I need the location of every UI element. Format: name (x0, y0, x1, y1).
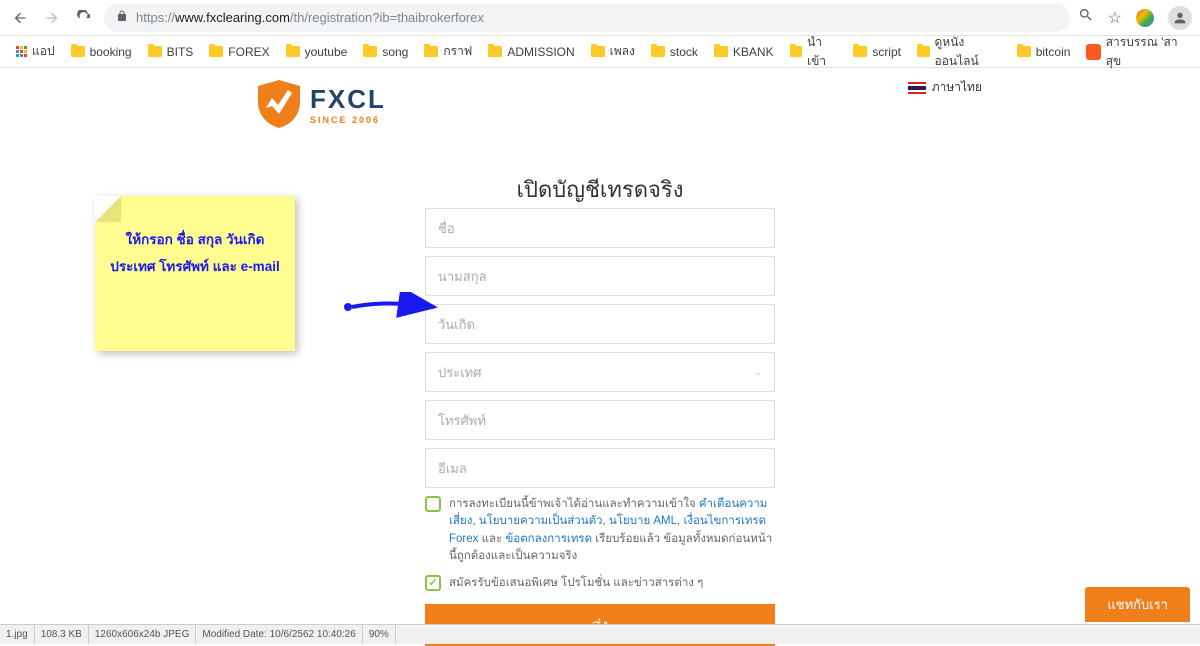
page-title: เปิดบัญชีเทรดจริง (517, 172, 684, 207)
language-label: ภาษาไทย (932, 78, 982, 97)
folder-icon (1017, 46, 1031, 57)
birthday-input[interactable]: วันเกิด (425, 304, 775, 344)
bookmark-item[interactable]: FOREX (203, 41, 275, 63)
back-button[interactable] (8, 6, 32, 30)
folder-icon (286, 46, 300, 57)
annotation-arrow-icon (344, 292, 444, 322)
folder-icon (424, 46, 438, 57)
bookmark-item[interactable]: song (357, 41, 414, 63)
search-icon[interactable] (1078, 7, 1094, 28)
bookmark-item[interactable]: KBANK (708, 41, 780, 63)
name-input[interactable]: ชื่อ (425, 208, 775, 248)
browser-toolbar: https://www.fxclearing.com/th/registrati… (0, 0, 1200, 36)
logo-subtext: SINCE 2006 (310, 115, 386, 125)
extension-icon[interactable] (1136, 9, 1154, 27)
status-zoom: 90% (363, 625, 396, 644)
chat-button[interactable]: แชทกับเรา (1085, 587, 1190, 622)
newsletter-checkbox[interactable] (425, 575, 441, 591)
folder-icon (488, 46, 502, 57)
reload-button[interactable] (72, 6, 96, 30)
extension-icon (1086, 44, 1100, 60)
flag-thailand-icon (908, 82, 926, 94)
page-content: ภาษาไทย FXCL SINCE 2006 เปิดบัญชีเทรดจริ… (0, 68, 1200, 624)
annotation-note: ให้กรอก ชื่อ สกุล วันเกิด ประเทศ โทรศัพท… (95, 196, 295, 351)
logo[interactable]: FXCL SINCE 2006 (258, 80, 386, 128)
folder-icon (917, 46, 930, 57)
newsletter-consent: สมัครรับข้อเสนอพิเศษ โปรโมชั่น และข่าวสา… (425, 575, 775, 592)
email-input[interactable]: อีเมล (425, 448, 775, 488)
terms-consent: การลงทะเบียนนี้ข้าพเจ้าได้อ่านและทำความเ… (425, 496, 775, 565)
status-dimensions: 1260x606x24b JPEG (89, 625, 197, 644)
folder-icon (790, 46, 802, 57)
bookmark-item[interactable]: BITS (142, 41, 200, 63)
language-switcher[interactable]: ภาษาไทย (908, 78, 982, 97)
trading-agreement-link[interactable]: ข้อตกลงการเทรด (505, 533, 592, 545)
bookmark-item[interactable]: กราฟ (418, 38, 478, 65)
note-fold-icon (95, 196, 121, 222)
bookmark-item[interactable]: ADMISSION (482, 41, 580, 63)
bookmark-item[interactable]: youtube (280, 41, 354, 63)
privacy-link[interactable]: นโยบายความเป็นส่วนตัว (479, 515, 603, 527)
status-bar: 1.jpg 108.3 KB 1260x606x24b JPEG Modifie… (0, 624, 1200, 644)
newsletter-label: สมัครรับข้อเสนอพิเศษ โปรโมชั่น และข่าวสา… (449, 575, 703, 592)
star-icon[interactable]: ☆ (1108, 8, 1122, 28)
folder-icon (71, 46, 85, 57)
aml-link[interactable]: นโยบาย AML (609, 515, 677, 527)
apps-icon (16, 46, 27, 57)
chevron-down-icon: ⌄ (754, 367, 762, 378)
status-modified: Modified Date: 10/6/2562 10:40:26 (196, 625, 362, 644)
forward-button[interactable] (40, 6, 64, 30)
note-line: ประเทศ โทรศัพท์ และ e-mail (109, 253, 281, 280)
registration-form: ชื่อ นามสกุล วันเกิด ประเทศ ⌄ โทรศัพท์ อ… (425, 208, 775, 646)
bookmark-item[interactable]: bitcoin (1011, 41, 1077, 63)
surname-input[interactable]: นามสกุล (425, 256, 775, 296)
folder-icon (591, 46, 605, 57)
logo-shield-icon (258, 80, 300, 128)
status-filename: 1.jpg (0, 625, 35, 644)
bookmark-item[interactable]: booking (65, 41, 138, 63)
lock-icon (116, 10, 128, 25)
folder-icon (651, 46, 665, 57)
note-line: ให้กรอก ชื่อ สกุล วันเกิด (109, 226, 281, 253)
address-bar[interactable]: https://www.fxclearing.com/th/registrati… (104, 4, 1070, 32)
folder-icon (714, 46, 728, 57)
status-filesize: 108.3 KB (35, 625, 89, 644)
folder-icon (148, 46, 162, 57)
profile-avatar[interactable] (1168, 6, 1192, 30)
bookmark-item[interactable]: script (847, 41, 907, 63)
folder-icon (853, 46, 867, 57)
folder-icon (209, 46, 223, 57)
country-select[interactable]: ประเทศ ⌄ (425, 352, 775, 392)
phone-input[interactable]: โทรศัพท์ (425, 400, 775, 440)
bookmark-item[interactable]: stock (645, 41, 704, 63)
logo-text: FXCL (310, 84, 386, 115)
bookmarks-bar: แอป booking BITS FOREX youtube song กราฟ… (0, 36, 1200, 68)
bookmark-item[interactable]: เพลง (585, 38, 641, 65)
apps-button[interactable]: แอป (10, 38, 61, 65)
url-text: https://www.fxclearing.com/th/registrati… (136, 10, 484, 25)
folder-icon (363, 46, 377, 57)
terms-checkbox[interactable] (425, 496, 441, 512)
